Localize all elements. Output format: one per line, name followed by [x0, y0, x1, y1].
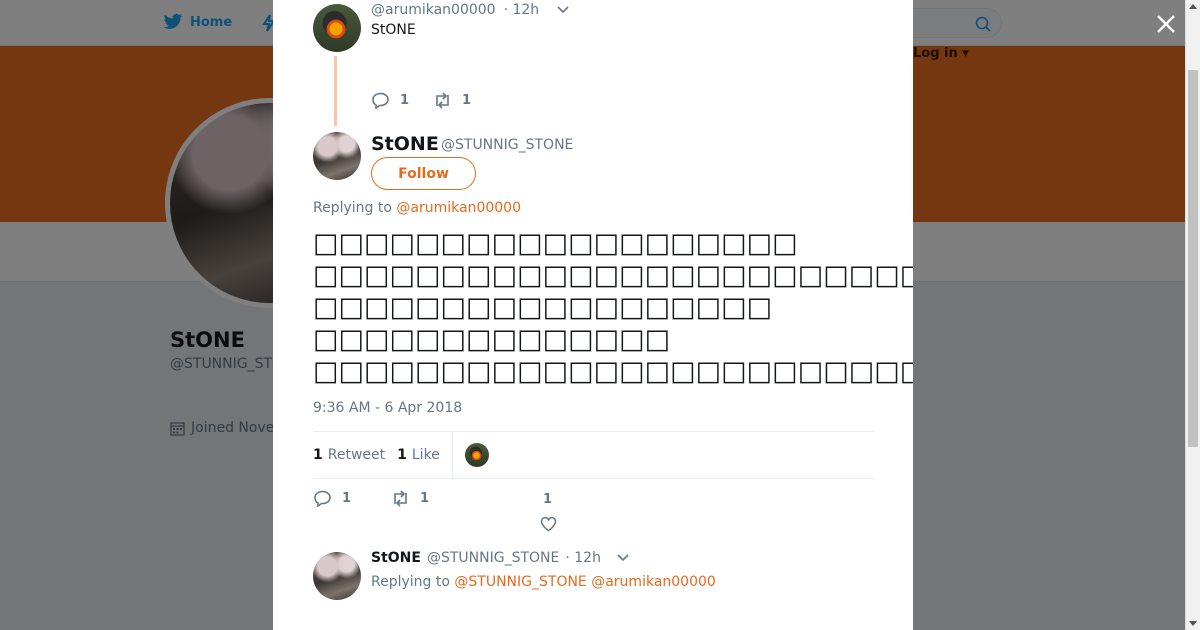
retweet-button[interactable]: 1	[391, 490, 429, 507]
retweet-button[interactable]: 1	[433, 92, 471, 109]
scroll-up-arrow[interactable]	[1189, 4, 1197, 9]
parent-tweet-header: @arumikan00000 · 12h	[371, 2, 569, 18]
stats-divider	[451, 432, 453, 478]
page-scrollbar[interactable]	[1185, 0, 1200, 630]
replying-to-links[interactable]: @STUNNIG_STONE @arumikan00000	[454, 574, 715, 590]
retweet-icon	[394, 490, 407, 507]
replying-to-link[interactable]: @arumikan00000	[396, 200, 521, 216]
retweet-count: 1	[462, 93, 472, 108]
reply-count: 1	[342, 491, 352, 506]
conversation-thread-line	[334, 56, 337, 126]
heart-icon[interactable]	[540, 516, 557, 532]
retweets-stat[interactable]: 1 Retweet	[313, 447, 385, 463]
main-tweet-text: □□□□□□□□□□□□□□□□□□□ □□□□□□□□□□□□□□□□□□□□…	[313, 228, 913, 388]
replying-to-label: Replying to	[371, 574, 450, 590]
reply-tweet-time[interactable]: · 12h	[565, 550, 601, 566]
retweets-number: 1	[313, 447, 323, 463]
main-tweet-actions: 1 1 1	[313, 490, 557, 532]
scroll-down-arrow[interactable]	[1189, 621, 1197, 626]
reply-button[interactable]: 1	[313, 490, 351, 507]
parent-tweet-handle[interactable]: @arumikan00000	[371, 2, 496, 18]
main-tweet-handle[interactable]: @STUNNIG_STONE	[441, 137, 573, 153]
likes-label: Like	[411, 447, 440, 463]
tweet-text-line: □□□□□□□□□□□□□□	[313, 324, 671, 355]
tweet-text-line: □□□□□□□□□□□□□□□□□□	[313, 292, 773, 323]
follow-button[interactable]: Follow	[371, 157, 476, 190]
reply-icon	[314, 490, 331, 507]
tweet-text-line: □□□□□□□□□□□□□□□□□□□□□□□□□□□□□□□□□□□□□□□□	[313, 356, 913, 387]
chevron-down-icon[interactable]	[557, 6, 569, 14]
replying-to-label: Replying to	[313, 200, 392, 216]
parent-tweet-avatar[interactable]	[313, 4, 361, 52]
scroll-thumb[interactable]	[1188, 70, 1198, 447]
reply-tweet-name[interactable]: StONE	[371, 550, 421, 566]
main-tweet-timestamp[interactable]: 9:36 AM - 6 Apr 2018	[313, 400, 462, 416]
tweet-stats: 1 Retweet 1 Like	[313, 431, 874, 479]
retweet-count: 1	[420, 491, 430, 506]
parent-tweet-time[interactable]: · 12h	[504, 2, 540, 18]
parent-tweet-actions: 1 1	[371, 92, 471, 109]
main-tweet-avatar[interactable]	[313, 132, 361, 180]
tweet-text-line: □□□□□□□□□□□□□□□□□□□□□□□□□□□□□□□□	[313, 260, 913, 291]
reply-tweet-header: StONE @STUNNIG_STONE · 12h	[371, 550, 629, 566]
reply-tweet-handle[interactable]: @STUNNIG_STONE	[427, 550, 559, 566]
reply-tweet-avatar[interactable]	[313, 552, 361, 600]
like-count: 1	[543, 492, 553, 507]
tweet-text-line: □□□□□□□□□□□□□□□□□□□	[313, 228, 798, 259]
likes-stat[interactable]: 1 Like	[397, 447, 440, 463]
tweet-permalink-modal: @arumikan00000 · 12h StONE 1 1 StONE @ST…	[273, 0, 913, 630]
close-modal-button[interactable]	[1154, 12, 1178, 36]
main-tweet-name[interactable]: StONE	[371, 133, 439, 155]
chevron-down-icon[interactable]	[617, 554, 629, 562]
reply-replying-to: Replying to @STUNNIG_STONE @arumikan0000…	[371, 574, 716, 590]
reply-count: 1	[400, 93, 410, 108]
likes-number: 1	[397, 447, 407, 463]
liker-avatar[interactable]	[464, 443, 489, 467]
retweets-label: Retweet	[327, 447, 386, 463]
reply-icon	[372, 92, 389, 109]
retweet-icon	[436, 92, 449, 109]
reply-button[interactable]: 1	[371, 92, 409, 109]
main-replying-to: Replying to @arumikan00000	[313, 200, 521, 216]
close-icon	[1157, 15, 1175, 33]
parent-tweet-text: StONE	[371, 22, 416, 38]
